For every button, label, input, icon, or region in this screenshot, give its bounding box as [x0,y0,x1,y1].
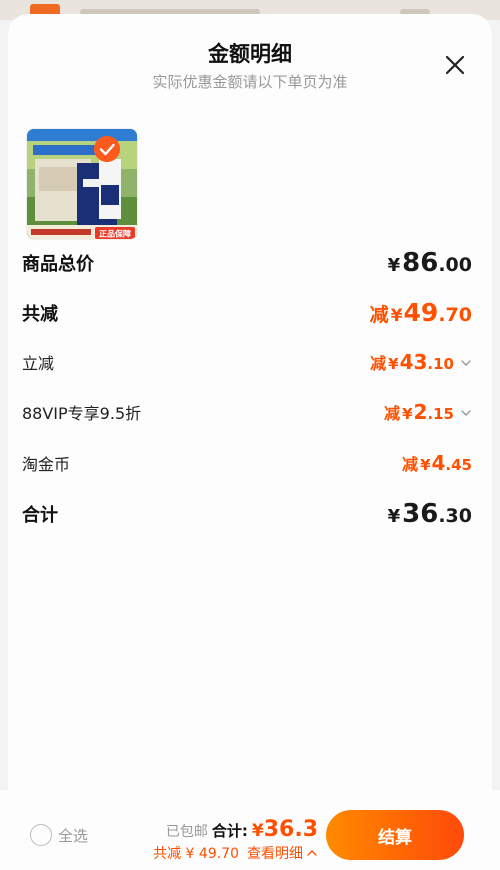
currency-symbol: ¥ [387,506,401,527]
row-label: 淘金币 [22,455,71,474]
currency-symbol: ¥ [251,821,264,841]
row-label: 共减 [22,303,58,325]
select-all-radio[interactable] [30,824,52,846]
product-image: 正品保障 [27,129,137,239]
row-label: 合计 [22,505,58,526]
checkout-button[interactable]: 结算 [326,810,464,860]
currency-symbol: ¥ [388,355,399,373]
total-summary: 已包邮 合计: ¥ 36.3 [166,817,318,842]
minus-label: 减 [402,455,419,474]
discount-summary-text: 共减 ¥ 49.70 [153,846,239,862]
check-icon [94,136,120,162]
amount-detail-sheet: 金额明细 实际优惠金额请以下单页为准 正品保障 [8,14,492,870]
currency-symbol: ¥ [420,456,431,474]
price-decimal: .10 [427,355,454,373]
currency-symbol: ¥ [387,255,401,276]
row-instant-discount[interactable]: 立减 减 ¥43.10 [14,350,472,374]
coin-discount-value: 减 ¥4.45 [402,451,472,475]
row-vip-discount[interactable]: 88VIP专享9.5折 减 ¥2.15 [14,400,472,424]
sheet-title: 金额明细 [208,42,292,66]
minus-label: 减 [370,354,387,373]
row-label: 立减 [22,354,55,373]
discount-summary[interactable]: 共减 ¥ 49.70 查看明细 [153,843,318,863]
row-total-discount: 共减 减 ¥49.70 [14,298,472,327]
price-decimal: .45 [445,456,472,474]
minus-label: 减 [384,404,401,423]
total-label: 合计: [211,822,248,840]
price-integer: 36 [402,499,439,529]
price-integer: 49 [403,298,439,327]
row-coin-discount: 淘金币 减 ¥4.45 [14,451,472,475]
price-integer: 86 [402,248,439,278]
close-icon[interactable] [444,54,466,76]
total-price-value: ¥86.00 [388,248,472,278]
price-integer: 43 [399,350,428,374]
row-label: 商品总价 [22,254,94,275]
view-details-link[interactable]: 查看明细 [247,843,303,863]
price-integer: 2 [413,400,428,424]
price-decimal: .00 [438,254,472,276]
chevron-down-icon[interactable] [460,357,472,369]
instant-discount-value[interactable]: 减 ¥43.10 [370,350,472,374]
total-amount: 36.3 [263,817,318,842]
vip-discount-value[interactable]: 减 ¥2.15 [384,400,472,424]
minus-label: 减 [369,304,389,326]
currency-symbol: ¥ [390,306,403,326]
currency-symbol: ¥ [402,405,413,423]
price-integer: 4 [431,451,446,475]
free-shipping-label: 已包邮 [165,824,208,840]
price-decimal: .30 [438,505,472,527]
price-decimal: .70 [438,304,472,326]
price-decimal: .15 [427,405,454,423]
checkout-bar: 全选 已包邮 合计: ¥ 36.3 共减 ¥ 49.70 查看明细 结算 [0,790,500,870]
product-thumbnail: 正品保障 [26,128,138,240]
product-tag-label: 正品保障 [99,229,131,239]
select-all-label[interactable]: 全选 [58,825,88,846]
sum-value: ¥36.30 [388,499,472,529]
chevron-down-icon[interactable] [460,407,472,419]
row-sum: 合计 ¥36.30 [14,499,472,529]
row-label: 88VIP专享9.5折 [22,404,142,423]
discount-value: 减 ¥49.70 [370,298,472,327]
chevron-up-icon[interactable] [306,847,318,859]
sheet-subtitle: 实际优惠金额请以下单页为准 [152,73,348,91]
row-total-price: 商品总价 ¥86.00 [14,248,472,278]
